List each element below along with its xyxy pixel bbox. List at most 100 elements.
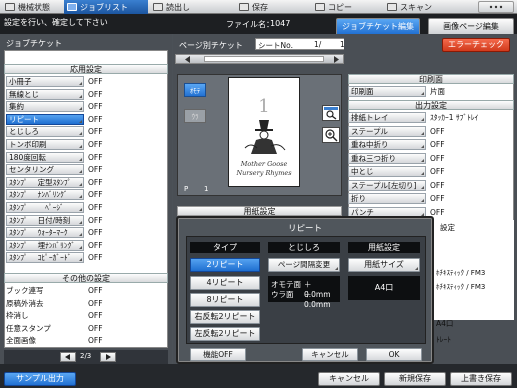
scroll-track[interactable]: [204, 56, 324, 62]
print-side-section: 印刷面: [348, 74, 514, 84]
overwrite-save-button[interactable]: 上書き保存: [450, 372, 512, 386]
binding-values-box: オモテ面 ＋ 0.0mm ウラ面 ＋ 0.0mm: [268, 276, 340, 309]
setting-value: OFF: [88, 102, 103, 112]
repeat-8-button[interactable]: 8リピート: [190, 293, 260, 307]
setting-button[interactable]: トンボ印刷: [6, 139, 84, 150]
zoom-fit-button[interactable]: [322, 105, 340, 121]
new-save-button[interactable]: 新規保存: [384, 372, 446, 386]
setting-button[interactable]: ｽﾀﾝﾌﾟ ｺﾋﾟｰｶﾞｰﾄﾞ: [6, 252, 84, 264]
setting-button[interactable]: とじしろ: [6, 126, 84, 138]
setting-button[interactable]: ｽﾀﾝﾌﾟ ｳｫｰﾀｰﾏｰｸ: [6, 227, 84, 239]
menu-job-list[interactable]: ジョブリスト: [64, 0, 148, 14]
page-interval-button[interactable]: ページ間隔変更: [268, 258, 340, 272]
repeat-4-button[interactable]: 4リピート: [190, 276, 260, 290]
setting-row: ｽﾀﾝﾌﾟ ﾅﾝﾊﾞﾘﾝｸﾞ OFF: [6, 189, 166, 201]
back-side-button[interactable]: ｳﾗ: [184, 109, 206, 123]
output-setting-button[interactable]: 排紙トレイ: [348, 112, 426, 123]
back-side-label: ウラ面: [271, 290, 294, 299]
setting-value: OFF: [88, 127, 103, 137]
setting-button[interactable]: 小冊子: [6, 76, 84, 87]
other-setting-value: OFF: [88, 298, 103, 308]
other-setting-row: 全面画像 OFF: [6, 335, 166, 346]
menu-extra-button[interactable]: [478, 1, 514, 13]
setting-row: ｽﾀﾝﾌﾟ 定型ｽﾀﾝﾌﾟ OFF: [6, 176, 166, 188]
setting-button[interactable]: ｽﾀﾝﾌﾟ 定型ｽﾀﾝﾌﾟ: [6, 176, 84, 188]
setting-button[interactable]: ｽﾀﾝﾌﾟ 埋ﾅﾝﾊﾞﾘﾝｸﾞ: [6, 239, 84, 251]
output-row: 折り OFF: [348, 193, 514, 204]
menu-save[interactable]: 保存: [236, 0, 304, 14]
setting-button[interactable]: センタリング: [6, 164, 84, 176]
type-header: タイプ: [190, 242, 260, 253]
setting-button[interactable]: ｽﾀﾝﾌﾟ ﾅﾝﾊﾞﾘﾝｸﾞ: [6, 189, 84, 201]
copier-icon: [315, 3, 325, 11]
tab-image-page-edit[interactable]: 画像ページ編集: [428, 18, 514, 34]
menu-machine-status[interactable]: 機械状態: [2, 0, 64, 14]
page-number: 1: [204, 185, 209, 193]
output-setting-button[interactable]: 中とじ: [348, 166, 426, 177]
preview-title-line2: Nursery Rhymes: [236, 169, 292, 177]
output-setting-button[interactable]: 重ね中折り: [348, 139, 426, 150]
setting-row: リピート OFF: [6, 113, 166, 125]
sample-output-button[interactable]: サンプル出力: [4, 372, 76, 386]
setting-button[interactable]: ｽﾀﾝﾌﾟ 日付/時刻: [6, 214, 84, 226]
repeat-dialog: リピート タイプ 2リピート 4リピート 8リピート 右反転2リピート 左反転2…: [176, 216, 434, 364]
page-preview: 1 Mother Goose Nursery Rhymes: [228, 77, 300, 187]
setting-value: OFF: [88, 152, 103, 162]
setting-row: ｽﾀﾝﾌﾟ ｺﾋﾟｰｶﾞｰﾄﾞ OFF: [6, 252, 166, 264]
front-side-button[interactable]: ｵﾓﾃ: [184, 83, 206, 97]
magnifier-zoom-in-icon: [325, 129, 338, 142]
tail-header: 設定: [440, 223, 455, 232]
zoom-in-button[interactable]: [322, 127, 340, 143]
dialog-ok-button[interactable]: OK: [366, 348, 422, 361]
repeat-right-flip-button[interactable]: 右反転2リピート: [190, 310, 260, 324]
print-side-button[interactable]: 印刷面: [348, 86, 426, 97]
repeat-2-button[interactable]: 2リピート: [190, 258, 260, 272]
setting-row: ｽﾀﾝﾌﾟ ｳｫｰﾀｰﾏｰｸ OFF: [6, 227, 166, 239]
output-setting-button[interactable]: ステープル: [348, 125, 426, 137]
setting-value: OFF: [88, 203, 103, 212]
output-setting-button[interactable]: ステープル[左切り]: [348, 179, 426, 191]
setting-button[interactable]: 180度回転: [6, 151, 84, 163]
setting-row: トンボ印刷 OFF: [6, 139, 166, 150]
page-ticket-label: ページ別チケット: [179, 41, 243, 50]
output-row: 中とじ OFF: [348, 166, 514, 177]
instruction-text: 設定を行い、確定して下さい: [4, 18, 108, 27]
output-setting-button[interactable]: 折り: [348, 193, 426, 204]
setting-button[interactable]: リピート: [6, 113, 84, 125]
setting-value: OFF: [88, 114, 103, 124]
cancel-button[interactable]: キャンセル: [318, 372, 380, 386]
tail-value-3: A4口: [436, 319, 454, 328]
output-setting-value: OFF: [430, 140, 445, 149]
setting-value: OFF: [88, 240, 103, 250]
error-check-button[interactable]: エラーチェック: [442, 38, 510, 52]
setting-button[interactable]: 無線とじ: [6, 88, 84, 100]
tab-job-ticket-edit[interactable]: ジョブチケット編集: [336, 18, 420, 34]
menu-scan[interactable]: スキャン: [384, 0, 464, 14]
paper-settings-section: 用紙設定: [177, 206, 342, 216]
output-row: 排紙トレイ ｽﾀｯｶｰ1 ｻﾌﾞﾄﾚｲ: [348, 112, 514, 123]
dialog-cancel-button[interactable]: キャンセル: [302, 348, 358, 361]
sheet-value: 1/: [314, 40, 322, 49]
dialog-title: リピート: [287, 224, 322, 234]
page-next-button[interactable]: [100, 352, 116, 362]
output-setting-button[interactable]: 重ね三つ折り: [348, 152, 426, 164]
other-setting-row: ブック連写 OFF: [6, 285, 166, 296]
output-settings-section: 出力設定: [348, 100, 514, 110]
menu-copy[interactable]: コピー: [312, 0, 382, 14]
setting-row: 無線とじ OFF: [6, 88, 166, 100]
paper-size-button[interactable]: 用紙サイズ: [348, 258, 420, 272]
repeat-left-flip-button[interactable]: 左反転2リピート: [190, 327, 260, 341]
setting-button[interactable]: ｽﾀﾝﾌﾟ ﾍﾟｰｼﾞ: [6, 202, 84, 213]
folder-icon: [153, 3, 163, 11]
setting-row: ｽﾀﾝﾌﾟ ﾍﾟｰｼﾞ OFF: [6, 202, 166, 213]
scanner-icon: [387, 3, 397, 11]
setting-row: とじしろ OFF: [6, 126, 166, 138]
function-off-button[interactable]: 機能OFF: [190, 348, 246, 361]
page-scroll-bar[interactable]: [175, 54, 344, 64]
other-setting-value: OFF: [88, 323, 103, 333]
page-prev-button[interactable]: [60, 352, 76, 362]
section-applied-settings: 応用設定: [4, 64, 168, 74]
setting-button[interactable]: 集約: [6, 101, 84, 113]
menu-load[interactable]: 読出し: [150, 0, 222, 14]
section-other-settings: その他の設定: [4, 273, 168, 283]
